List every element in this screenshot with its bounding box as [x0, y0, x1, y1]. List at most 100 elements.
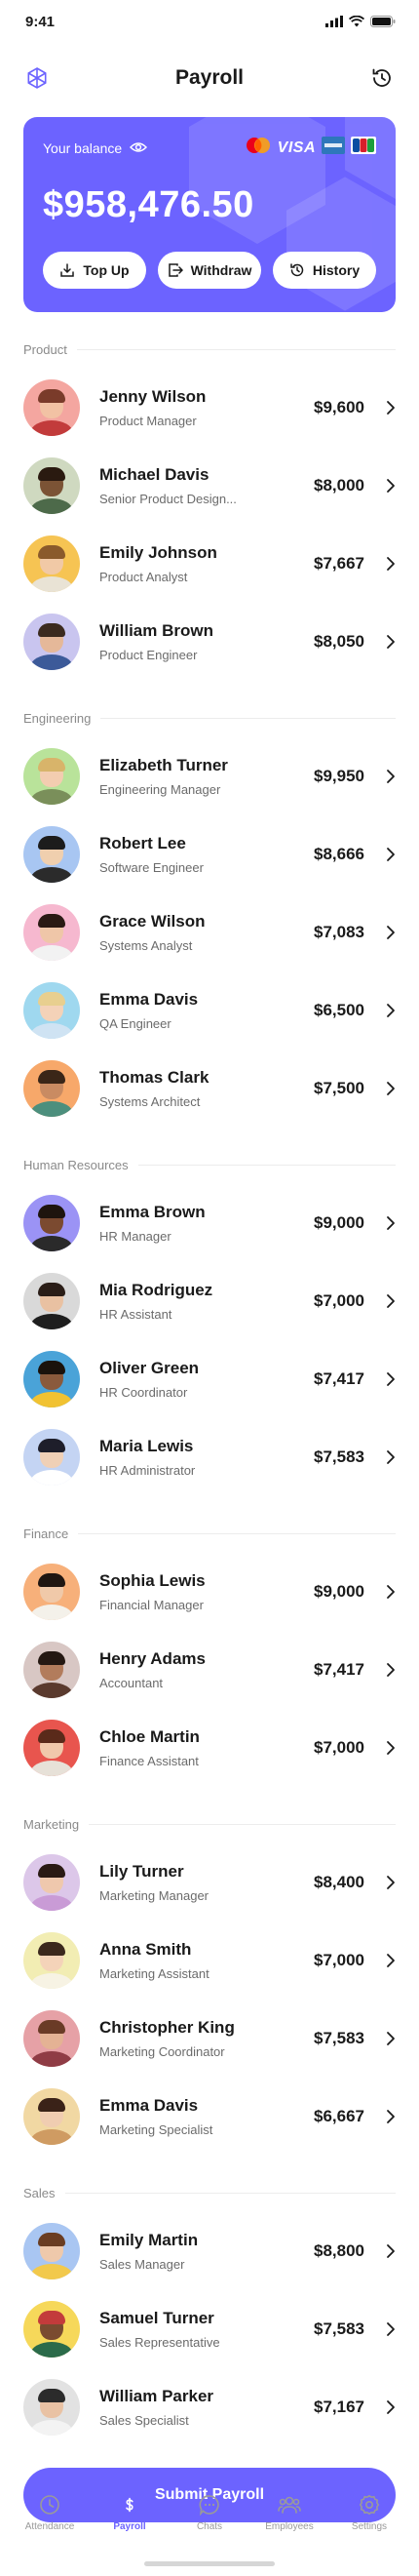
chevron-right-icon[interactable]	[364, 634, 396, 650]
employee-role: Marketing Specialist	[99, 2122, 213, 2137]
employee-row[interactable]: Christopher King Marketing Coordinator $7,…	[23, 2000, 396, 2078]
chevron-right-icon[interactable]	[364, 925, 396, 940]
battery-icon	[370, 16, 396, 27]
employee-row[interactable]: Elizabeth Turner Engineering Manager $9,95…	[23, 737, 396, 815]
gear-icon	[359, 2494, 380, 2516]
withdraw-button[interactable]: Withdraw	[158, 252, 261, 289]
avatar	[23, 1060, 80, 1117]
employee-role: QA Engineer	[99, 1016, 171, 1031]
chevron-right-icon[interactable]	[364, 1584, 396, 1600]
chevron-right-icon[interactable]	[364, 2321, 396, 2337]
chevron-right-icon[interactable]	[364, 1215, 396, 1231]
department-section: Product Jenny Wilson Product Manager $9,600…	[0, 330, 419, 681]
employee-row[interactable]: Henry Adams Accountant $7,417	[23, 1631, 396, 1709]
employee-role: Systems Analyst	[99, 938, 193, 953]
chevron-right-icon[interactable]	[364, 1662, 396, 1678]
employee-row[interactable]: Oliver Green HR Coordinator $7,417	[23, 1340, 396, 1418]
employee-row[interactable]: Chloe Martin Finance Assistant $7,000	[23, 1709, 396, 1787]
history-button[interactable]: History	[273, 252, 376, 289]
avatar	[23, 457, 80, 514]
history-clock-icon[interactable]	[368, 64, 396, 92]
chevron-right-icon[interactable]	[364, 2399, 396, 2415]
avatar	[23, 1273, 80, 1329]
employee-row[interactable]: Samuel Turner Sales Representative $7,583	[23, 2290, 396, 2368]
chevron-right-icon[interactable]	[364, 1003, 396, 1018]
withdraw-label: Withdraw	[190, 262, 252, 278]
employee-role: Product Manager	[99, 414, 197, 428]
employee-row[interactable]: Robert Lee Software Engineer $8,666	[23, 815, 396, 893]
salary-amount: $7,500	[314, 1079, 364, 1097]
section-header: Finance	[23, 1514, 396, 1553]
salary-amount: $7,000	[314, 1951, 364, 1969]
section-header: Marketing	[23, 1804, 396, 1843]
employee-row[interactable]: Maria Lewis HR Administrator $7,583	[23, 1418, 396, 1496]
chevron-right-icon[interactable]	[364, 1449, 396, 1465]
employee-row[interactable]: Jenny Wilson Product Manager $9,600	[23, 369, 396, 447]
employee-row[interactable]: Emily Johnson Product Analyst $7,667	[23, 525, 396, 603]
chevron-right-icon[interactable]	[364, 2109, 396, 2124]
logout-icon	[168, 263, 183, 277]
tab-attendance[interactable]: Attendance	[15, 2482, 85, 2576]
salary-amount: $7,583	[314, 2029, 364, 2047]
employee-name: Chloe Martin	[99, 1727, 200, 1746]
home-indicator	[144, 2561, 275, 2566]
chevron-right-icon[interactable]	[364, 1953, 396, 1968]
dollar-icon	[120, 2495, 139, 2515]
chevron-right-icon[interactable]	[364, 847, 396, 862]
employee-role: HR Assistant	[99, 1307, 172, 1322]
employee-row[interactable]: Emily Martin Sales Manager $8,800	[23, 2212, 396, 2290]
chevron-right-icon[interactable]	[364, 1371, 396, 1387]
avatar	[23, 1351, 80, 1407]
employee-row[interactable]: Emma Brown HR Manager $9,000	[23, 1184, 396, 1262]
chevron-right-icon[interactable]	[364, 769, 396, 784]
hexagon-logo-icon[interactable]	[23, 64, 51, 92]
chevron-right-icon[interactable]	[364, 1081, 396, 1096]
employee-row[interactable]: Lily Turner Marketing Manager $8,400	[23, 1843, 396, 1922]
salary-amount: $7,000	[314, 1738, 364, 1757]
employee-role: Marketing Coordinator	[99, 2044, 225, 2059]
avatar	[23, 982, 80, 1039]
chevron-right-icon[interactable]	[364, 1875, 396, 1890]
employee-name: Henry Adams	[99, 1649, 206, 1668]
chevron-right-icon[interactable]	[364, 478, 396, 494]
employee-role: Sales Representative	[99, 2335, 220, 2350]
tab-settings[interactable]: Settings	[334, 2482, 404, 2576]
avatar	[23, 1429, 80, 1486]
employee-row[interactable]: Emma Davis Marketing Specialist $6,667	[23, 2078, 396, 2156]
employee-row[interactable]: Michael Davis Senior Product Design... $8,…	[23, 447, 396, 525]
section-header: Sales	[23, 2173, 396, 2212]
chat-icon	[199, 2495, 219, 2516]
divider	[137, 1164, 396, 1166]
employee-row[interactable]: William Brown Product Engineer $8,050	[23, 603, 396, 681]
employee-row[interactable]: Mia Rodriguez HR Assistant $7,000	[23, 1262, 396, 1340]
employee-row[interactable]: Sophia Lewis Financial Manager $9,000	[23, 1553, 396, 1631]
employee-row[interactable]: William Parker Sales Specialist $7,167	[23, 2368, 396, 2446]
salary-amount: $7,667	[314, 554, 364, 573]
salary-amount: $6,500	[314, 1001, 364, 1019]
top-up-button[interactable]: Top Up	[43, 252, 146, 289]
amex-icon	[322, 137, 345, 159]
chevron-right-icon[interactable]	[364, 1740, 396, 1756]
eye-icon[interactable]	[130, 140, 148, 156]
employee-row[interactable]: Thomas Clark Systems Architect $7,500	[23, 1050, 396, 1128]
chevron-right-icon[interactable]	[364, 556, 396, 572]
employee-name: Emma Brown	[99, 1203, 206, 1221]
salary-amount: $8,050	[314, 632, 364, 651]
employee-role: Marketing Manager	[99, 1888, 209, 1903]
chevron-right-icon[interactable]	[364, 1293, 396, 1309]
chevron-right-icon[interactable]	[364, 2031, 396, 2046]
card-brands: VISA	[245, 137, 376, 159]
section-label: Marketing	[23, 1816, 80, 1832]
avatar	[23, 1642, 80, 1698]
employee-row[interactable]: Emma Davis QA Engineer $6,500	[23, 971, 396, 1050]
salary-amount: $7,583	[314, 2319, 364, 2338]
employee-row[interactable]: Anna Smith Marketing Assistant $7,000	[23, 1922, 396, 2000]
employee-role: Accountant	[99, 1676, 164, 1690]
employee-role: Product Analyst	[99, 570, 188, 584]
divider	[76, 348, 396, 350]
divider	[100, 717, 396, 719]
chevron-right-icon[interactable]	[364, 2243, 396, 2259]
employee-row[interactable]: Grace Wilson Systems Analyst $7,083	[23, 893, 396, 971]
history-label: History	[312, 262, 361, 278]
chevron-right-icon[interactable]	[364, 400, 396, 416]
